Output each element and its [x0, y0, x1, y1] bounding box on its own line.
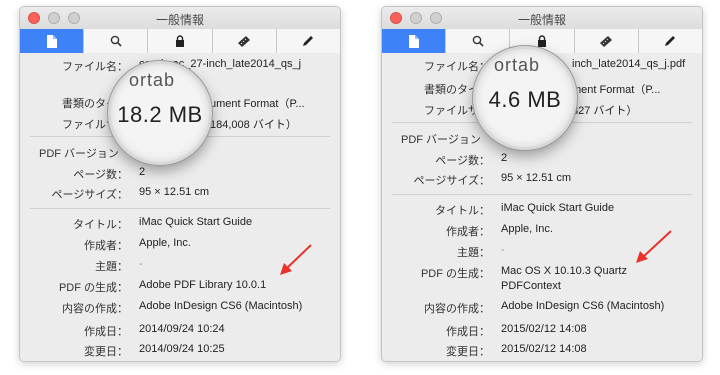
row-value: Adobe InDesign CS6 (Macintosh) [501, 300, 665, 312]
tab-crop[interactable] [574, 29, 639, 53]
row-label: 内容の作成： [62, 303, 128, 315]
info-row-pages: ページ数： 2 [20, 166, 340, 182]
row-value-line2: PDFContext [501, 280, 561, 292]
ruler-icon [600, 36, 613, 47]
row-label: PDF の生成： [58, 282, 128, 294]
row-value: Adobe PDF Library 10.0.1 [139, 279, 267, 291]
title-bar: 一般情報 [382, 7, 702, 29]
row-label: 作成日： [84, 326, 128, 338]
row-label: PDF バージョン [401, 134, 481, 146]
red-arrow-icon [636, 230, 672, 263]
pencil-icon [303, 36, 314, 46]
row-value: - [501, 244, 505, 256]
tab-general[interactable] [382, 29, 447, 53]
row-label: ページサイズ： [51, 189, 128, 201]
magnified-ghost-text: ortab [129, 70, 176, 90]
row-value: 184,008 バイト） [210, 119, 297, 131]
row-value: 95 × 12.51 cm [501, 172, 572, 184]
row-label: ページ数： [435, 155, 490, 167]
row-label: 作成日： [446, 326, 490, 338]
magnified-file-size: 4.6 MB [488, 87, 562, 112]
row-value: iMac Quick Start Guide [139, 216, 253, 228]
info-row-created: 作成日： 2014/09/24 10:24 [20, 323, 340, 339]
magnified-ghost-text: ortab [494, 55, 541, 75]
row-value: 95 × 12.51 cm [139, 186, 210, 198]
row-value: Apple, Inc. [501, 223, 553, 235]
info-row-title: タイトル： iMac Quick Start Guide [20, 216, 340, 232]
title-bar: 一般情報 [20, 7, 340, 29]
tab-crop[interactable] [212, 29, 277, 53]
row-value: inch_late2014_qs_j.pdf [572, 58, 686, 70]
tab-security[interactable] [148, 29, 213, 53]
info-row-producer: PDF の生成： Mac OS X 10.10.3 Quartz PDFCont… [382, 265, 702, 297]
info-row-pages: ページ数： 2 [382, 152, 702, 168]
document-icon [408, 34, 419, 48]
tab-general[interactable] [20, 29, 85, 53]
row-label: ファイル名： [62, 61, 128, 73]
tab-search[interactable] [446, 29, 511, 53]
row-label: タイトル： [73, 219, 128, 231]
info-row-creator: 内容の作成： Adobe InDesign CS6 (Macintosh) [20, 300, 340, 316]
row-value: 827 バイト） [572, 105, 638, 117]
row-value: 2 [139, 166, 146, 178]
info-row-created: 作成日： 2015/02/12 14:08 [382, 323, 702, 339]
row-value: 2014/09/24 10:25 [139, 343, 225, 355]
row-label: ページサイズ： [413, 175, 490, 187]
info-row-title: タイトル： iMac Quick Start Guide [382, 202, 702, 218]
row-value: Adobe InDesign CS6 (Macintosh) [139, 300, 303, 312]
row-value: ument Format（P... [210, 98, 305, 110]
divider [30, 208, 330, 209]
document-icon [46, 34, 57, 48]
window-title: 一般情報 [517, 13, 566, 27]
info-window-right: 一般情報 ファイル名： inch_late2014_qs_j.pdf 書類のタイ… [381, 6, 703, 362]
row-value: 2015/02/12 14:08 [501, 323, 587, 335]
row-value: iMac Quick Start Guide [501, 202, 615, 214]
row-value: 2 [501, 152, 508, 164]
row-label: タイトル： [435, 205, 490, 217]
magnifier-lens: ortab 4.6 MB [473, 46, 577, 150]
divider [392, 194, 692, 195]
row-label: 変更日： [84, 346, 128, 358]
row-label: PDF の生成： [420, 268, 490, 280]
lock-icon [176, 35, 184, 47]
info-window-left: 一般情報 ファイル名： org_imac_27-inch_late2014_qs… [19, 6, 341, 362]
row-label: PDF バージョン [39, 148, 119, 160]
info-row-modified: 変更日： 2015/02/12 14:08 [382, 343, 702, 359]
row-label: ページ数： [73, 169, 128, 181]
window-title: 一般情報 [155, 13, 204, 27]
red-arrow-icon [280, 244, 312, 275]
info-row-pagesize: ページサイズ： 95 × 12.51 cm [382, 172, 702, 188]
inspector-tabs [20, 29, 340, 53]
row-label: 内容の作成： [424, 303, 490, 315]
row-value: ment Format（P... [572, 84, 661, 96]
search-icon [110, 35, 122, 47]
row-label: 変更日： [446, 346, 490, 358]
lock-icon [538, 35, 546, 47]
info-row-modified: 変更日： 2014/09/24 10:25 [20, 343, 340, 359]
magnifier-lens: ortab 18.2 MB [108, 61, 212, 165]
row-value: Apple, Inc. [139, 237, 191, 249]
row-label: 作成者： [84, 240, 128, 252]
row-value: Mac OS X 10.10.3 Quartz [501, 265, 627, 277]
row-label: 主題： [95, 261, 128, 273]
tab-annotate[interactable] [638, 29, 702, 53]
magnified-file-size: 18.2 MB [117, 102, 203, 127]
row-label: 作成者： [446, 226, 490, 238]
info-row-pagesize: ページサイズ： 95 × 12.51 cm [20, 186, 340, 202]
row-value: 2015/02/12 14:08 [501, 343, 587, 355]
row-value: - [139, 258, 143, 270]
search-icon [472, 35, 484, 47]
row-label: 主題： [457, 247, 490, 259]
tab-search[interactable] [84, 29, 149, 53]
pencil-icon [665, 36, 676, 46]
ruler-icon [238, 36, 251, 47]
row-value: 2014/09/24 10:24 [139, 323, 225, 335]
info-row-creator: 内容の作成： Adobe InDesign CS6 (Macintosh) [382, 300, 702, 316]
tab-annotate[interactable] [276, 29, 340, 53]
